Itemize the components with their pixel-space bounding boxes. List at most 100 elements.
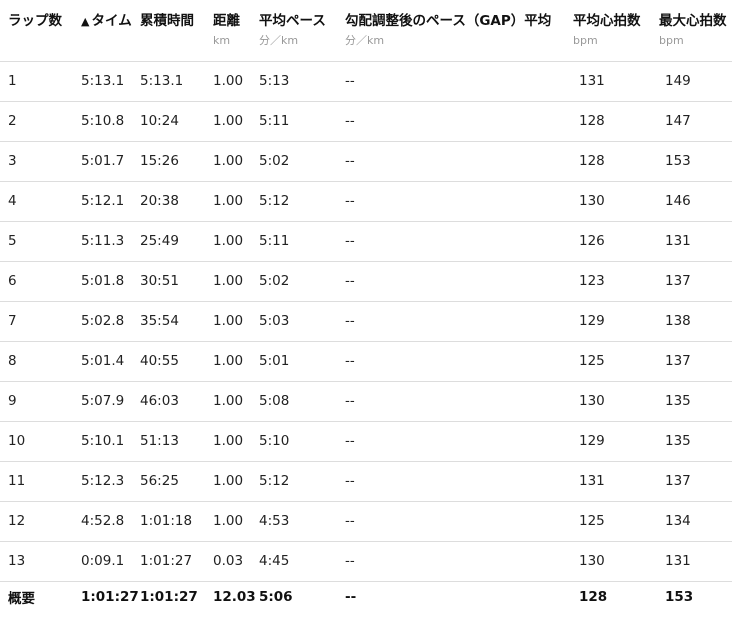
avg-hr-cell: 128: [579, 589, 608, 606]
cumulative-time-cell: 1:01:27: [132, 541, 205, 582]
summary-row: 概要 1:01:27 1:01:27 12.03 5:06 -- 128 153: [0, 581, 732, 613]
lap-number-cell: 5: [0, 221, 73, 262]
column-header-distance[interactable]: 距離 km: [205, 0, 251, 62]
column-header-label: 平均ペース: [259, 13, 326, 29]
column-header-lap[interactable]: ラップ数: [0, 0, 73, 62]
avg-hr-cell: 125: [565, 501, 651, 542]
lap-number-cell: 7: [0, 301, 73, 342]
lap-number-cell: 13: [0, 541, 73, 582]
lap-number-cell: 11: [0, 461, 73, 502]
avg-pace-cell: 5:01: [251, 341, 337, 382]
column-header-time[interactable]: ▲ タイム: [73, 0, 132, 62]
max-hr-cell: 131: [651, 221, 732, 262]
cumulative-time-cell: 20:38: [132, 181, 205, 222]
avg-hr-cell: 126: [565, 221, 651, 262]
avg-pace-cell: 5:08: [251, 381, 337, 422]
gap-pace-cell: --: [337, 101, 565, 142]
lap-number-cell: 6: [0, 261, 73, 302]
time-cell: 4:52.8: [73, 501, 132, 542]
max-hr-cell: 137: [651, 461, 732, 502]
distance-cell: 1.00: [205, 141, 251, 182]
column-header-label: タイム: [91, 13, 132, 29]
table-header: ラップ数 ▲ タイム 累積時間 距離 km 平均ペース 分／km 勾配調整後のペ…: [0, 0, 732, 62]
max-hr-cell: 135: [651, 421, 732, 462]
lap-number-cell: 3: [0, 141, 73, 182]
column-header-unit: 分／km: [345, 34, 385, 47]
gap-pace-cell: --: [337, 341, 565, 382]
column-header-label: 平均心拍数: [573, 13, 641, 29]
column-header-unit: [8, 30, 73, 34]
table-row: 5 5:11.3 25:49 1.00 5:11 -- 126 131: [0, 221, 732, 262]
table-row: 3 5:01.7 15:26 1.00 5:02 -- 128 153: [0, 141, 732, 182]
max-hr-cell: 134: [651, 501, 732, 542]
cumulative-time-cell: 30:51: [132, 261, 205, 302]
time-cell: 1:01:27: [81, 589, 139, 606]
gap-pace-cell: --: [337, 301, 565, 342]
cumulative-time-cell: 1:01:18: [132, 501, 205, 542]
avg-pace-cell: 4:45: [251, 541, 337, 582]
table-row: 12 4:52.8 1:01:18 1.00 4:53 -- 125 134: [0, 501, 732, 542]
avg-pace-cell: 5:02: [251, 141, 337, 182]
max-hr-cell: 147: [651, 101, 732, 142]
distance-cell: 1.00: [205, 341, 251, 382]
gap-pace-cell: --: [337, 501, 565, 542]
gap-pace-cell: --: [337, 261, 565, 302]
avg-pace-cell: 5:06: [259, 589, 293, 606]
avg-pace-cell: 4:53: [251, 501, 337, 542]
lap-number-cell: 12: [0, 501, 73, 542]
avg-pace-cell: 5:11: [251, 221, 337, 262]
column-header-cumulative-time[interactable]: 累積時間: [132, 0, 205, 62]
max-hr-cell: 131: [651, 541, 732, 582]
avg-hr-cell: 131: [565, 461, 651, 502]
column-header-unit: 分／km: [259, 34, 299, 47]
gap-pace-cell: --: [337, 181, 565, 222]
max-hr-cell: 138: [651, 301, 732, 342]
time-cell: 5:01.4: [73, 341, 132, 382]
column-header-avg-hr[interactable]: 平均心拍数 bpm: [565, 0, 651, 62]
avg-pace-cell: 5:10: [251, 421, 337, 462]
distance-cell: 1.00: [205, 421, 251, 462]
column-header-avg-pace[interactable]: 平均ペース 分／km: [251, 0, 337, 62]
avg-pace-cell: 5:02: [251, 261, 337, 302]
column-header-max-hr[interactable]: 最大心拍数 bpm: [651, 0, 732, 62]
avg-pace-cell: 5:11: [251, 101, 337, 142]
time-cell: 5:12.1: [73, 181, 132, 222]
avg-hr-cell: 128: [565, 141, 651, 182]
time-cell: 5:11.3: [73, 221, 132, 262]
table-row: 9 5:07.9 46:03 1.00 5:08 -- 130 135: [0, 381, 732, 422]
cumulative-time-cell: 25:49: [132, 221, 205, 262]
max-hr-cell: 135: [651, 381, 732, 422]
avg-pace-cell: 5:13: [251, 61, 337, 102]
time-cell: 0:09.1: [73, 541, 132, 582]
distance-cell: 1.00: [205, 461, 251, 502]
table-row: 8 5:01.4 40:55 1.00 5:01 -- 125 137: [0, 341, 732, 382]
cumulative-time-cell: 35:54: [132, 301, 205, 342]
avg-hr-cell: 128: [565, 101, 651, 142]
table-row: 7 5:02.8 35:54 1.00 5:03 -- 129 138: [0, 301, 732, 342]
distance-cell: 1.00: [205, 301, 251, 342]
column-header-label: 距離: [213, 13, 240, 29]
time-cell: 5:02.8: [73, 301, 132, 342]
column-header-unit: bpm: [659, 34, 684, 47]
gap-pace-cell: --: [345, 589, 357, 606]
max-hr-cell: 146: [651, 181, 732, 222]
header-row: ラップ数 ▲ タイム 累積時間 距離 km 平均ペース 分／km 勾配調整後のペ…: [0, 0, 732, 62]
time-cell: 5:13.1: [73, 61, 132, 102]
table-row: 13 0:09.1 1:01:27 0.03 4:45 -- 130 131: [0, 541, 732, 582]
lap-number-cell: 4: [0, 181, 73, 222]
time-cell: 5:10.8: [73, 101, 132, 142]
laps-table: ラップ数 ▲ タイム 累積時間 距離 km 平均ペース 分／km 勾配調整後のペ…: [0, 0, 732, 613]
table-body: 1 5:13.1 5:13.1 1.00 5:13 -- 131 149 2 5:10.8 10:2…: [0, 61, 732, 613]
avg-hr-cell: 129: [565, 301, 651, 342]
cumulative-time-cell: 51:13: [132, 421, 205, 462]
sort-ascending-icon: ▲: [81, 15, 90, 28]
table-row: 2 5:10.8 10:24 1.00 5:11 -- 128 147: [0, 101, 732, 142]
column-header-unit: km: [213, 34, 231, 47]
column-header-label: 最大心拍数: [659, 13, 727, 29]
distance-cell: 12.03: [213, 589, 256, 606]
time-cell: 5:01.7: [73, 141, 132, 182]
cumulative-time-cell: 56:25: [132, 461, 205, 502]
column-header-gap-pace[interactable]: 勾配調整後のペース（GAP）平均 分／km: [337, 0, 565, 62]
avg-hr-cell: 131: [565, 61, 651, 102]
gap-pace-cell: --: [337, 421, 565, 462]
